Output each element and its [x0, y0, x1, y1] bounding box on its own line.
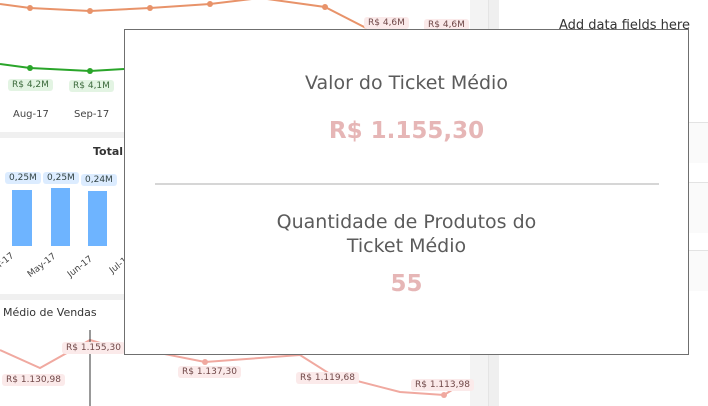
data-label: R$ 4,1M	[69, 80, 114, 92]
data-label: R$ 1.137,30	[178, 366, 241, 378]
data-label: R$ 1.113,98	[411, 379, 474, 391]
ticket-tooltip-card: Valor do Ticket Médio R$ 1.155,30 Quanti…	[124, 29, 689, 355]
data-label: R$ 1.155,30	[62, 342, 125, 354]
x-axis-label: Aug-17	[13, 109, 49, 120]
x-axis-label: Sep-17	[74, 109, 110, 120]
orange-point	[207, 1, 213, 7]
ticket-title: Valor do Ticket Médio	[305, 72, 508, 94]
qty-value: 55	[390, 271, 423, 297]
bar	[51, 188, 70, 246]
visual-separator	[0, 132, 124, 138]
data-label: R$ 4,6M	[364, 17, 409, 29]
data-label: R$ 1.130,98	[2, 374, 65, 386]
top-green-line	[0, 63, 125, 73]
pink-point	[441, 392, 447, 398]
orange-point	[147, 5, 153, 11]
data-label: 0,25M	[5, 172, 41, 184]
data-label: R$ 4,2M	[8, 79, 53, 91]
bar	[88, 191, 107, 246]
green-point	[87, 68, 93, 74]
bar	[12, 190, 32, 246]
orange-point	[27, 5, 33, 11]
ticket-value: R$ 1.155,30	[328, 118, 485, 144]
orange-point	[322, 4, 328, 10]
chart-title: Médio de Vendas	[3, 306, 97, 319]
qty-title-line1: Quantidade de Produtos do	[276, 211, 537, 233]
pink-point	[202, 359, 208, 365]
chart-title: Total	[93, 145, 124, 158]
orange-point	[87, 8, 93, 14]
card-divider	[155, 183, 659, 185]
data-label: 0,24M	[81, 174, 117, 186]
green-point	[27, 65, 33, 71]
visual-separator	[0, 294, 124, 300]
qty-title-line2: Ticket Médio	[346, 235, 467, 257]
data-label: R$ 1.119,68	[296, 372, 359, 384]
data-label: 0,25M	[43, 172, 79, 184]
